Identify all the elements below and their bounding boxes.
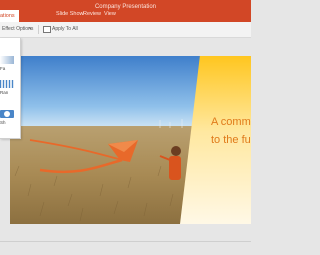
circle-icon — [4, 111, 10, 117]
apply-to-all-icon — [43, 26, 51, 33]
command-bar: Effect Options ▾ Apply To All — [0, 22, 251, 38]
fade-icon — [0, 56, 14, 64]
chevron-down-icon[interactable]: ▾ — [29, 26, 32, 32]
slide-canvas[interactable]: A comm to the fu — [10, 56, 251, 224]
separator — [38, 25, 39, 34]
slide-headline-line-2[interactable]: to the fu — [211, 134, 251, 146]
random-bars-icon — [0, 80, 14, 88]
tab-review[interactable]: Review — [83, 11, 101, 17]
status-divider — [0, 241, 251, 242]
slide-headline-line-1[interactable]: A comm — [211, 116, 251, 128]
apply-to-all-button[interactable]: Apply To All — [52, 26, 78, 32]
title-bar: Company Presentation ations Slide Show R… — [0, 0, 251, 22]
shape-icon — [0, 110, 14, 118]
tab-slide-show[interactable]: Slide Show — [56, 11, 84, 17]
tab-transitions[interactable]: ations — [0, 10, 19, 22]
tab-view[interactable]: View — [104, 11, 116, 17]
ribbon-tab-row: ations Slide Show Review View — [0, 10, 251, 22]
transition-gallery-dropdown: Fa Ran Sh — [0, 38, 21, 139]
